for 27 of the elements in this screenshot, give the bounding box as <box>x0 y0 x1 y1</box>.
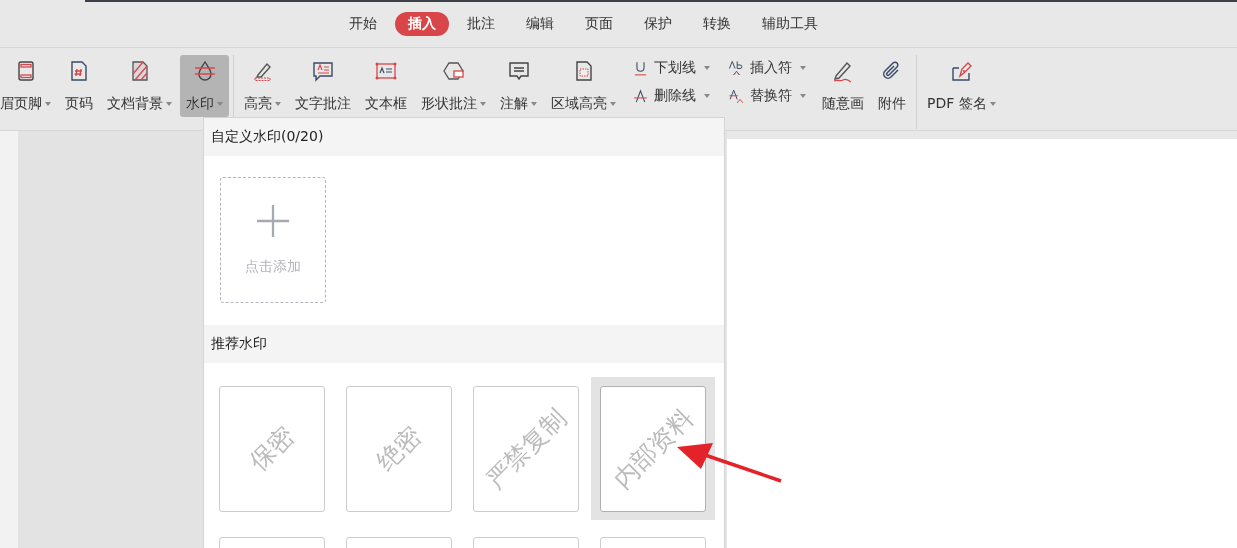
menu-tab[interactable]: 转换 <box>690 11 744 36</box>
toolbar-button[interactable]: 眉页脚 <box>0 55 57 117</box>
toolbar-button[interactable]: 文本框 <box>359 55 413 117</box>
menu-tab[interactable]: 开始 <box>336 11 390 36</box>
toolbar-button[interactable]: 替换符 <box>724 85 810 107</box>
toolbar-button[interactable]: 高亮 <box>238 55 287 117</box>
menu-tab[interactable]: 页面 <box>572 11 626 36</box>
toolbar-button[interactable]: 附件 <box>872 55 912 117</box>
section-header: 自定义水印(0/20) <box>204 118 724 156</box>
section-header: 推荐水印 <box>204 325 724 363</box>
toolbar-button[interactable]: 页码 <box>59 55 99 117</box>
toolbar-button[interactable]: 注解 <box>494 55 543 117</box>
toolbar-button[interactable]: 删除线 <box>628 85 714 107</box>
menu-tab[interactable]: 编辑 <box>513 11 567 36</box>
toolbar-button[interactable]: PDF 签名 <box>921 55 1002 117</box>
toolbar-button[interactable]: 水印 <box>180 55 229 117</box>
toolbar-button[interactable]: 随意画 <box>816 55 870 117</box>
toolbar-button[interactable]: 区域高亮 <box>545 55 622 117</box>
menu-tab[interactable]: 插入 <box>395 11 449 36</box>
toolbar-button[interactable]: 文字批注 <box>289 55 357 117</box>
menu-tab[interactable]: 辅助工具 <box>749 11 831 36</box>
toolbar-button[interactable]: 文档背景 <box>101 55 178 117</box>
menu-tab[interactable]: 保护 <box>631 11 685 36</box>
menu-tab[interactable]: 批注 <box>454 11 508 36</box>
toolbar-button[interactable]: 形状批注 <box>415 55 492 117</box>
toolbar-button[interactable]: 插入符 <box>724 57 810 79</box>
toolbar-button[interactable]: 下划线 <box>628 57 714 79</box>
